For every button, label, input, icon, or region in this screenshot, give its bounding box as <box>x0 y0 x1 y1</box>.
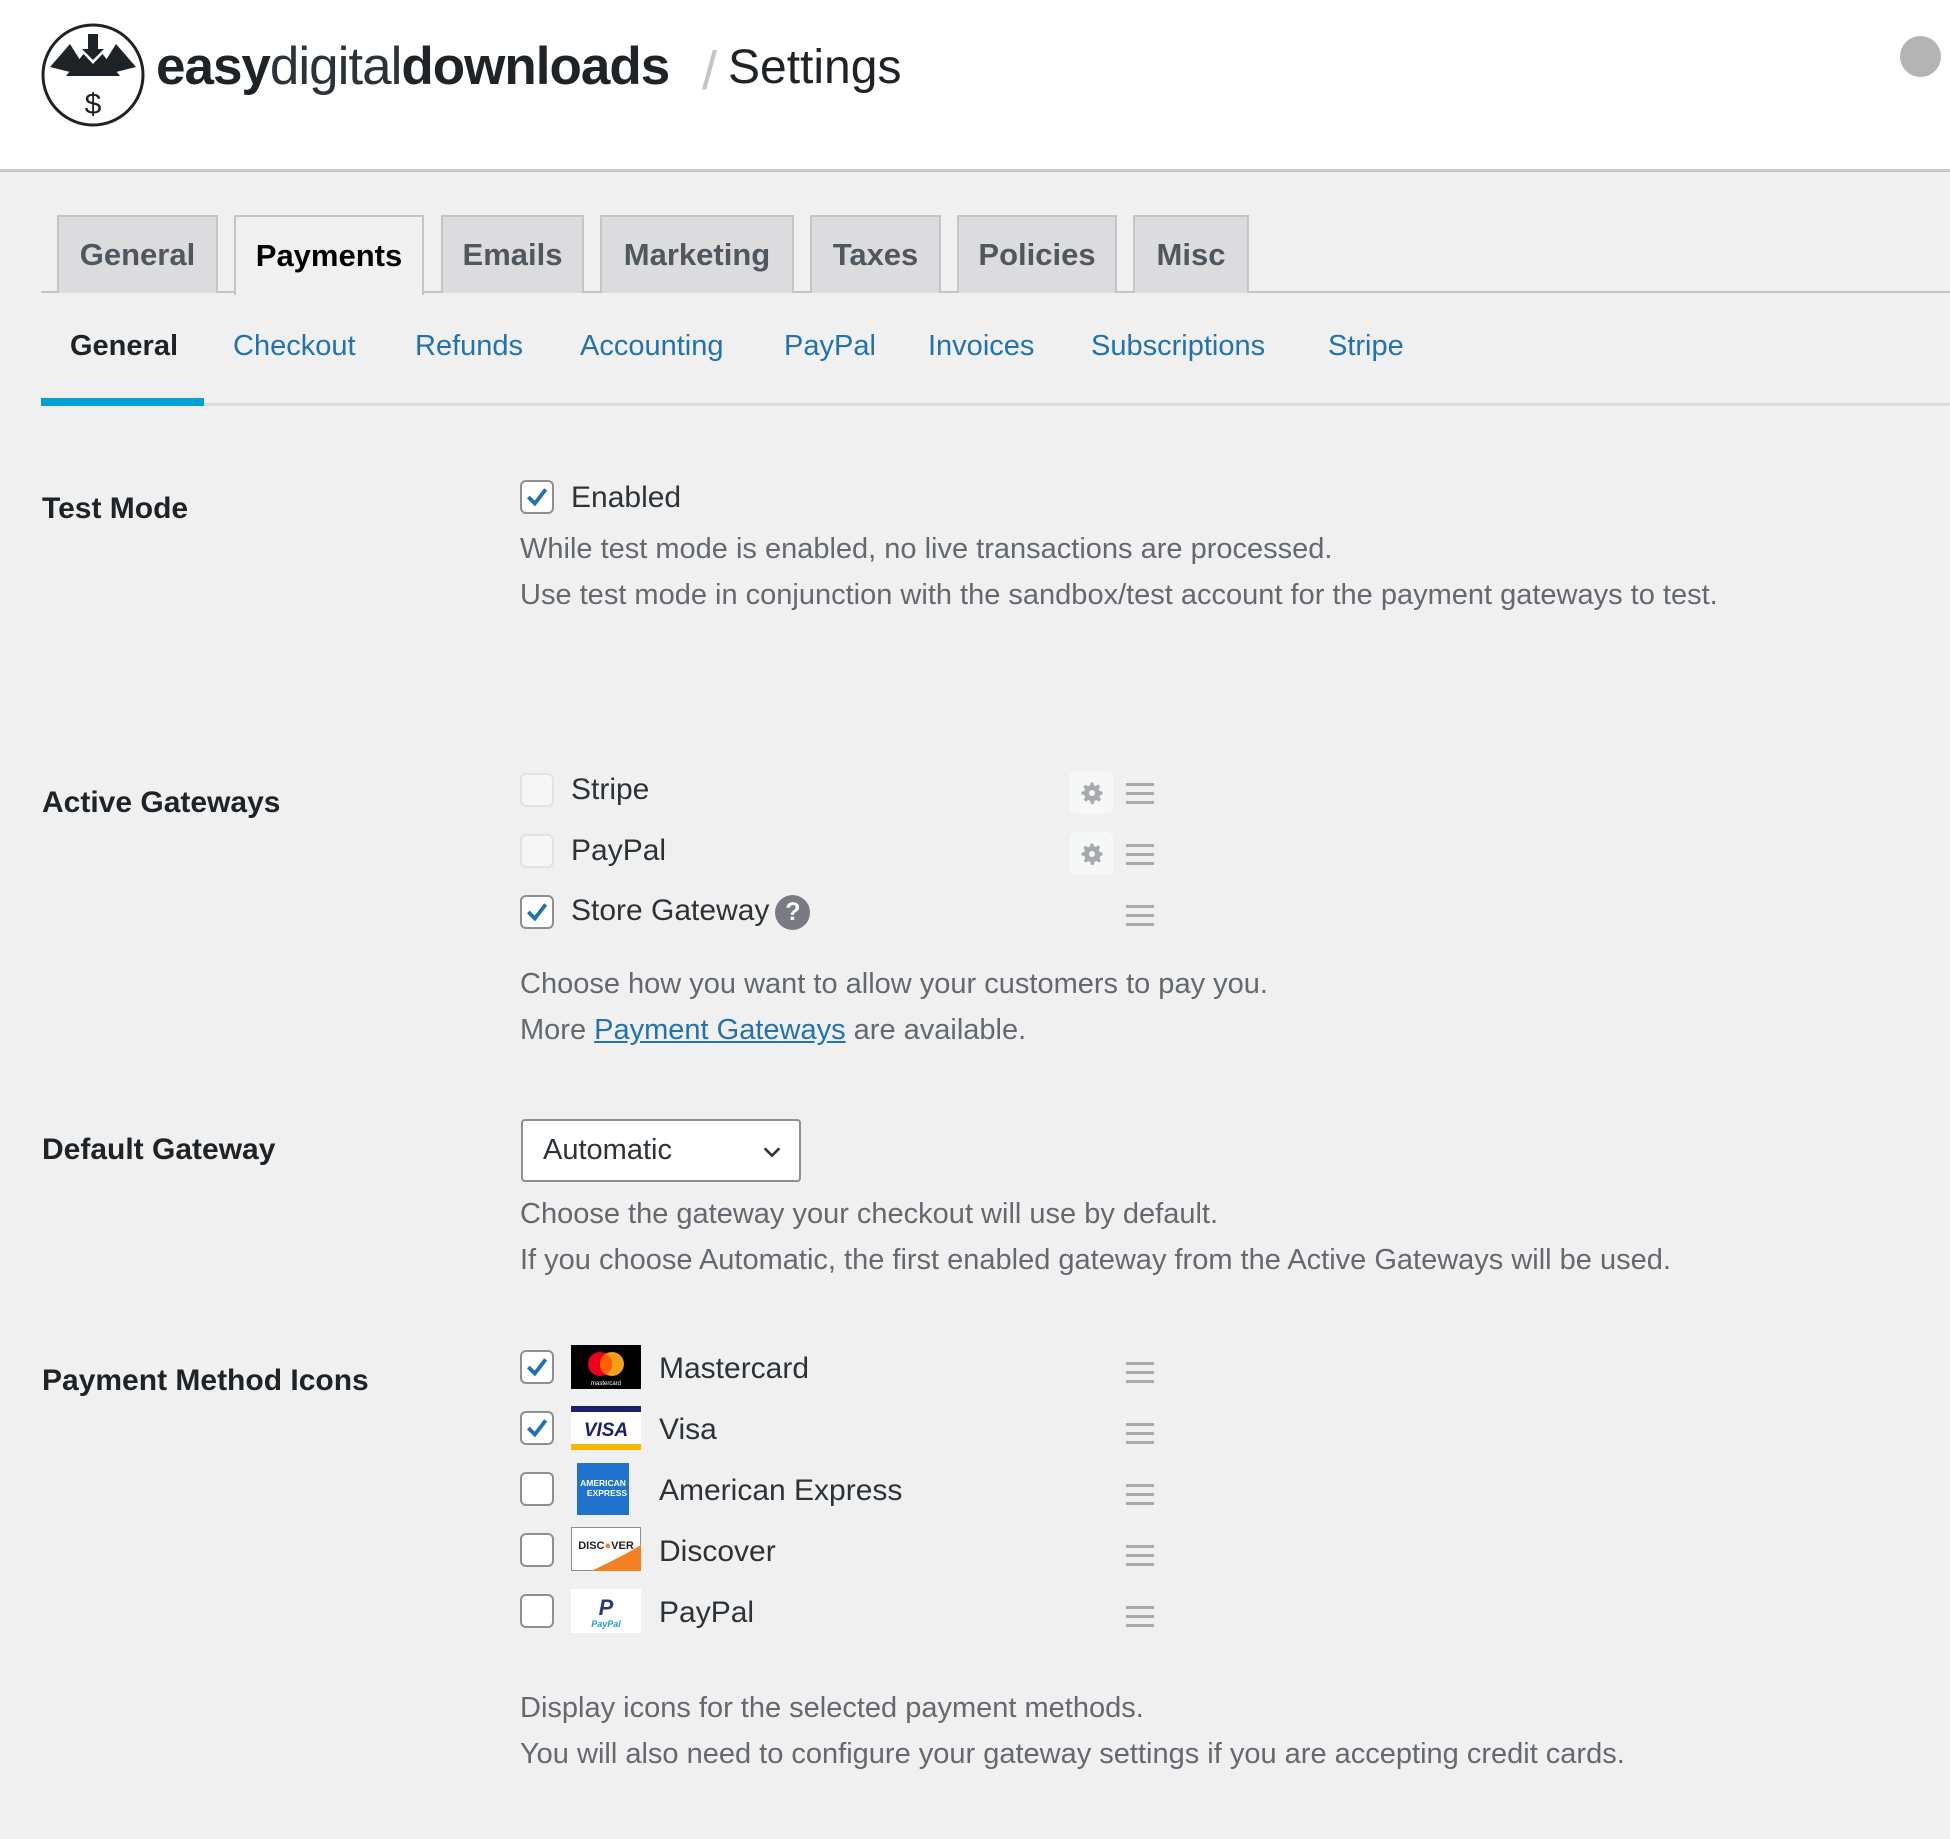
test-mode-checkbox[interactable] <box>520 480 554 514</box>
page-title: Settings <box>728 41 902 94</box>
help-icon[interactable]: ? <box>775 894 811 930</box>
subtab-checkout[interactable]: Checkout <box>233 330 356 363</box>
tab-marketing[interactable]: Marketing <box>600 215 794 293</box>
test-mode-description-2: Use test mode in conjunction with the sa… <box>520 579 1718 611</box>
status-indicator <box>1900 36 1941 77</box>
subtab-general[interactable]: General <box>70 330 178 363</box>
active-gateways-label: Active Gateways <box>42 786 281 819</box>
brand-easy: easy <box>156 37 271 96</box>
amex-drag-handle[interactable] <box>1126 1484 1154 1508</box>
brand-downloads: downloads <box>401 37 670 96</box>
payment-icons-label: Payment Method Icons <box>42 1364 369 1397</box>
checkmark-icon <box>526 1419 548 1438</box>
subtab-subscriptions[interactable]: Subscriptions <box>1091 330 1265 363</box>
gateway-stripe-checkbox[interactable] <box>520 773 554 807</box>
brand-digital: digital <box>269 37 402 96</box>
amex-icon: AMERICAN EXPRESS <box>577 1463 629 1515</box>
desc-prefix: More <box>520 1014 587 1046</box>
gateway-paypal-label: PayPal <box>571 834 667 867</box>
payment-icons-description-1: Display icons for the selected payment m… <box>520 1692 1144 1724</box>
default-gateway-select[interactable]: Automatic <box>521 1119 801 1182</box>
visa-label: Visa <box>659 1413 717 1446</box>
mastercard-drag-handle[interactable] <box>1126 1362 1154 1386</box>
brand-wordmark: easydigitaldownloads <box>156 36 670 97</box>
test-mode-label: Test Mode <box>42 492 189 525</box>
payment-gateways-link[interactable]: Payment Gateways <box>594 1014 845 1046</box>
default-gateway-description-1: Choose the gateway your checkout will us… <box>520 1198 1219 1230</box>
discover-icon: DISC●VER <box>571 1527 641 1571</box>
payment-icons-description-2: You will also need to configure your gat… <box>520 1738 1625 1770</box>
visa-checkbox[interactable] <box>520 1411 554 1445</box>
visa-drag-handle[interactable] <box>1126 1423 1154 1447</box>
svg-text:VISA: VISA <box>584 1420 628 1441</box>
discover-label: Discover <box>659 1535 776 1568</box>
desc-suffix: are available. <box>853 1014 1027 1046</box>
gateway-paypal-settings-button[interactable] <box>1070 832 1113 875</box>
svg-text:mastercard: mastercard <box>591 1381 621 1387</box>
active-subtab-indicator <box>41 398 204 406</box>
test-mode-enabled-label: Enabled <box>571 481 682 514</box>
svg-text:PayPal: PayPal <box>591 1619 621 1629</box>
tab-emails[interactable]: Emails <box>441 215 584 293</box>
checkmark-icon <box>526 488 548 507</box>
title-separator: / <box>702 41 718 101</box>
default-gateway-label: Default Gateway <box>42 1133 276 1166</box>
active-gateways-description-2: More Payment Gateways are available. <box>520 1014 1026 1047</box>
gateway-stripe-label: Stripe <box>571 773 650 806</box>
gateway-stripe-settings-button[interactable] <box>1070 771 1113 814</box>
gear-icon <box>1081 782 1102 804</box>
tab-misc[interactable]: Misc <box>1133 215 1249 293</box>
paypal-method-label: PayPal <box>659 1596 755 1629</box>
gateway-stripe-drag-handle[interactable] <box>1126 783 1154 807</box>
mastercard-label: Mastercard <box>659 1352 810 1385</box>
paypal-method-checkbox[interactable] <box>520 1594 554 1628</box>
svg-text:P: P <box>599 1595 614 1620</box>
default-gateway-value: Automatic <box>543 1134 672 1166</box>
checkmark-icon <box>526 1358 548 1377</box>
payments-subnav: General Checkout Refunds Accounting PayP… <box>41 300 1950 406</box>
gateway-store-drag-handle[interactable] <box>1126 905 1154 929</box>
subtab-invoices[interactable]: Invoices <box>928 330 1034 363</box>
chevron-down-icon <box>763 1147 781 1158</box>
gateway-store-label: Store Gateway? <box>571 894 811 930</box>
gear-icon <box>1081 843 1102 865</box>
subtab-paypal[interactable]: PayPal <box>784 330 876 363</box>
svg-text:EXPRESS: EXPRESS <box>587 1488 627 1498</box>
test-mode-description-1: While test mode is enabled, no live tran… <box>520 533 1333 565</box>
amex-checkbox[interactable] <box>520 1472 554 1506</box>
mastercard-icon: mastercard <box>571 1345 641 1389</box>
subtab-refunds[interactable]: Refunds <box>415 330 523 363</box>
gateway-paypal-drag-handle[interactable] <box>1126 844 1154 868</box>
tab-policies[interactable]: Policies <box>957 215 1117 293</box>
svg-text:$: $ <box>85 88 102 121</box>
svg-text:DISC●VER: DISC●VER <box>578 1540 634 1552</box>
tab-taxes[interactable]: Taxes <box>810 215 941 293</box>
mastercard-checkbox[interactable] <box>520 1350 554 1384</box>
gateway-store-checkbox[interactable] <box>520 895 554 929</box>
subtab-accounting[interactable]: Accounting <box>580 330 724 363</box>
subtab-stripe[interactable]: Stripe <box>1328 330 1404 363</box>
discover-drag-handle[interactable] <box>1126 1545 1154 1569</box>
tab-payments[interactable]: Payments <box>234 215 424 295</box>
active-gateways-description-1: Choose how you want to allow your custom… <box>520 968 1268 1000</box>
gateway-store-text: Store Gateway <box>571 894 770 927</box>
settings-tabs: General Payments Emails Marketing Taxes … <box>41 215 1950 295</box>
paypal-icon: P PayPal <box>571 1589 641 1633</box>
gateway-paypal-checkbox[interactable] <box>520 834 554 868</box>
page-header: $ easydigitaldownloads / Settings <box>0 0 1950 172</box>
tab-general[interactable]: General <box>57 215 218 293</box>
visa-icon: VISA <box>571 1406 641 1450</box>
amex-label: American Express <box>659 1474 903 1507</box>
default-gateway-description-2: If you choose Automatic, the first enabl… <box>520 1244 1671 1276</box>
checkmark-icon <box>526 903 548 922</box>
paypal-method-drag-handle[interactable] <box>1126 1606 1154 1630</box>
edd-logo-icon: $ <box>41 23 145 127</box>
discover-checkbox[interactable] <box>520 1533 554 1567</box>
svg-text:AMERICAN: AMERICAN <box>580 1478 626 1488</box>
